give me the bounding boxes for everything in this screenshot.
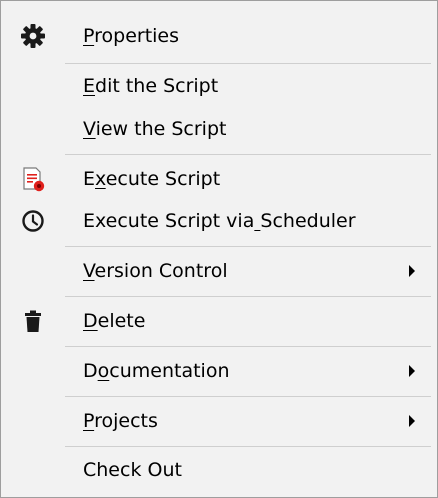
- menu-item-label: Edit the Script: [83, 75, 219, 97]
- menu-item-check-out[interactable]: Check Out: [1, 448, 437, 492]
- menu-item-edit-script[interactable]: Edit the Script: [1, 64, 437, 108]
- submenu-arrow-icon: [409, 415, 415, 427]
- gear-icon: [19, 22, 47, 50]
- menu-item-documentation[interactable]: Documentation: [1, 349, 437, 393]
- menu-separator: [65, 154, 431, 155]
- menu-item-label: Documentation: [83, 360, 230, 382]
- trash-icon: [19, 307, 47, 335]
- execute-script-icon: [19, 165, 47, 193]
- menu-item-label: Execute Script: [83, 168, 221, 190]
- menu-separator: [65, 346, 431, 347]
- menu-item-label: Projects: [83, 410, 158, 432]
- menu-separator: [65, 246, 431, 247]
- context-menu: Properties Edit the Script View the Scri…: [0, 0, 438, 498]
- menu-item-view-script[interactable]: View the Script: [1, 107, 437, 151]
- menu-item-projects[interactable]: Projects: [1, 399, 437, 443]
- menu-item-version-control[interactable]: Version Control: [1, 249, 437, 293]
- menu-item-execute-via-scheduler[interactable]: Execute Script via Scheduler: [1, 199, 437, 243]
- menu-item-label: Execute Script via Scheduler: [83, 210, 356, 232]
- menu-item-label: Properties: [83, 25, 180, 47]
- menu-item-label: Version Control: [83, 260, 228, 282]
- submenu-arrow-icon: [409, 365, 415, 377]
- menu-item-delete[interactable]: Delete: [1, 299, 437, 343]
- menu-separator: [65, 446, 431, 447]
- clock-icon: [19, 207, 47, 235]
- menu-item-label: Delete: [83, 310, 146, 332]
- menu-separator: [65, 296, 431, 297]
- submenu-arrow-icon: [409, 265, 415, 277]
- menu-item-label: View the Script: [83, 118, 227, 140]
- menu-item-label: Check Out: [83, 459, 182, 481]
- menu-item-execute-script[interactable]: Execute Script: [1, 157, 437, 201]
- menu-item-properties[interactable]: Properties: [1, 14, 437, 58]
- menu-separator: [65, 396, 431, 397]
